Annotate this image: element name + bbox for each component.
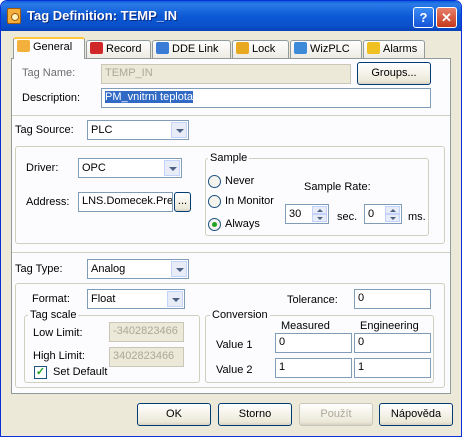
address-browse-button[interactable]: ... [174,192,191,212]
tab-label: DDE Link [172,43,219,55]
value2-measured-field[interactable]: 1 [275,358,352,378]
description-field[interactable]: PM_vnitrni teplota [101,88,431,108]
tag-type-select[interactable]: Analog [87,259,189,279]
divider [12,115,450,116]
tab-label: Record [106,43,142,55]
value1-label: Value 1 [216,339,253,351]
help-button[interactable]: ? [413,7,434,28]
title-bar[interactable]: Tag Definition: TEMP_IN ? ✕ [1,1,461,31]
ok-button[interactable]: OK [137,403,211,426]
tag-type-value: Analog [91,263,126,275]
tag-source-select[interactable]: PLC [87,120,189,140]
help-dialog-button[interactable]: Nápověda [379,403,453,426]
ms-unit: ms. [408,211,426,223]
chevron-down-icon[interactable] [171,122,187,138]
description-value: PM_vnitrni teplota [105,91,194,103]
always-label: Always [225,218,260,230]
cancel-button[interactable]: Storno [218,403,292,426]
divider [12,252,450,253]
format-value: Float [91,293,116,305]
tab-strip: General Record DDE Link Lock WizPLC Alar… [11,37,451,59]
plc-icon [294,42,307,54]
window-title: Tag Definition: TEMP_IN [27,8,177,23]
driver-value: OPC [82,162,106,174]
radio-in-monitor[interactable] [208,195,221,208]
format-label: Format: [32,293,70,305]
tag-type-label: Tag Type: [15,263,63,275]
sample-ms-spinner[interactable]: 0 [364,204,402,224]
conversion-label: Conversion [210,309,270,321]
spin-down-icon[interactable] [312,214,327,222]
sample-sec-spinner[interactable]: 30 [285,204,329,224]
tab-label: Alarms [383,43,418,55]
chevron-down-icon[interactable] [164,160,180,176]
low-limit-label: Low Limit: [33,327,83,339]
apply-button[interactable]: Použít [299,403,373,426]
tab-label: Lock [252,43,276,55]
value2-engineering-field[interactable]: 1 [354,358,431,378]
format-select[interactable]: Float [87,289,185,309]
high-limit-field[interactable]: 3402823466 [109,347,184,367]
lock-icon [236,42,249,54]
tab-label: General [33,41,73,53]
chevron-down-icon[interactable] [167,291,183,307]
tag-name-label: Tag Name: [22,67,76,79]
ms-value: 0 [368,208,375,220]
value1-engineering-field[interactable]: 0 [354,333,431,353]
description-label: Description: [22,92,81,104]
set-default-label: Set Default [53,366,108,378]
measured-header: Measured [281,320,330,332]
warning-icon [367,42,380,54]
sec-value: 30 [289,208,302,220]
value1-measured-field[interactable]: 0 [275,333,352,353]
tolerance-label: Tolerance: [287,294,338,306]
close-button[interactable]: ✕ [436,7,457,28]
tag-icon [7,8,21,24]
spin-up-icon[interactable] [385,206,400,214]
tab-wizplc[interactable]: WizPLC [290,40,362,59]
tab-dde-link[interactable]: DDE Link [152,40,231,59]
sample-rate-label: Sample Rate: [304,181,371,193]
spin-down-icon[interactable] [385,214,400,222]
set-default-checkbox[interactable]: ✓ [34,366,47,379]
radio-never[interactable] [208,175,221,188]
address-label: Address: [26,196,70,208]
tab-label: WizPLC [310,43,350,55]
high-limit-label: High Limit: [33,350,85,362]
driver-label: Driver: [26,162,59,174]
tag-name-field[interactable]: TEMP_IN [101,64,351,84]
tab-lock[interactable]: Lock [232,40,289,59]
in-monitor-label: In Monitor [225,195,274,207]
tag-source-label: Tag Source: [15,124,74,136]
tag-source-value: PLC [91,124,113,136]
value2-label: Value 2 [216,364,253,376]
engineering-header: Engineering [360,320,419,332]
chevron-down-icon[interactable] [171,261,187,277]
general-panel: Tag Name: TEMP_IN Groups... Description:… [11,58,451,394]
never-label: Never [225,175,255,187]
sample-group-label: Sample [208,152,250,164]
groups-button[interactable]: Groups... [357,62,431,85]
tag-icon [17,40,30,52]
link-icon [156,42,169,54]
address-field[interactable]: LNS.Domecek.Pre [78,192,173,212]
record-icon [90,42,103,54]
spin-up-icon[interactable] [312,206,327,214]
tag-scale-label: Tag scale [28,309,79,321]
sec-unit: sec. [337,211,358,223]
tag-definition-dialog: Tag Definition: TEMP_IN ? ✕ General Reco… [0,0,462,437]
radio-always[interactable] [208,218,221,231]
tolerance-field[interactable]: 0 [354,289,431,309]
low-limit-field[interactable]: -3402823466 [109,322,184,342]
driver-select[interactable]: OPC [78,158,182,178]
tab-general[interactable]: General [13,37,85,59]
tab-record[interactable]: Record [86,40,151,59]
tab-alarms[interactable]: Alarms [363,40,425,59]
